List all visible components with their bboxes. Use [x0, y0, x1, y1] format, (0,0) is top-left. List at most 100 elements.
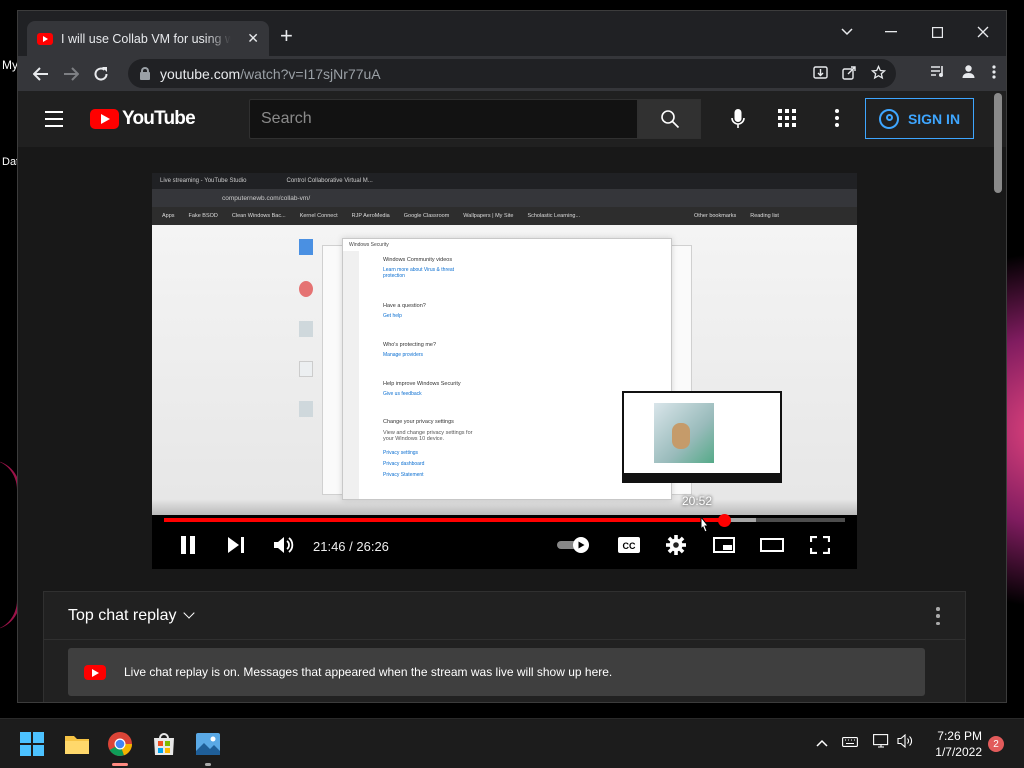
clock-time: 7:26 PM [937, 729, 982, 743]
browser-menu-kebab-icon[interactable] [992, 64, 996, 83]
page-scrollbar-thumb[interactable] [994, 93, 1002, 193]
video-tab-label: Control Collaborative Virtual M... [286, 178, 373, 184]
close-tab-icon[interactable]: ✕ [247, 30, 259, 47]
seek-preview-thumbnail [622, 391, 782, 483]
volume-speaker-icon[interactable] [897, 733, 913, 751]
dialog-link: Privacy Statement [383, 472, 424, 478]
bookmark-star-icon[interactable] [870, 64, 887, 83]
video-content-browser: Live streaming - YouTube Studio Control … [152, 173, 857, 225]
youtube-small-icon [84, 664, 106, 680]
minimize-icon[interactable] [868, 17, 914, 47]
youtube-apps-grid-icon[interactable] [778, 109, 796, 127]
address-bar[interactable]: youtube.com/watch?v=I17sjNr77uA [128, 59, 896, 88]
tab-title: I will use Collab VM for using windows 1… [61, 31, 231, 46]
video-bookmark: Apps [162, 213, 175, 219]
video-bookmark: Other bookmarks [694, 213, 737, 219]
theater-mode-icon[interactable] [760, 533, 784, 557]
video-bookmark: Scholastic Learning... [527, 213, 581, 219]
video-desktop-icon [299, 321, 313, 337]
autoplay-toggle-icon[interactable] [557, 533, 593, 557]
dialog-link: Privacy dashboard [383, 461, 425, 467]
dialog-heading: Who's protecting me? [383, 342, 437, 348]
tab-strip: I will use Collab VM for using windows 1… [18, 11, 1006, 56]
video-desktop-icon [299, 239, 313, 255]
browser-toolbar: youtube.com/watch?v=I17sjNr77uA [18, 56, 1006, 91]
video-player[interactable]: Live streaming - YouTube Studio Control … [152, 173, 857, 569]
account-circle-icon [878, 108, 899, 129]
player-controls: 21:46 / 26:26 CC [152, 525, 857, 565]
forward-arrow-icon[interactable] [56, 59, 86, 89]
window-close-icon[interactable] [960, 17, 1006, 47]
browser-tab-active[interactable]: I will use Collab VM for using windows 1… [27, 21, 269, 56]
start-windows-icon[interactable] [16, 728, 48, 760]
voice-search-mic-icon[interactable] [718, 99, 758, 139]
lock-icon[interactable] [140, 66, 150, 80]
dialog-link: Privacy settings [383, 450, 419, 456]
dialog-title: Windows Security [349, 242, 389, 248]
captions-cc-icon[interactable]: CC [615, 533, 643, 557]
file-explorer-folder-icon[interactable] [61, 728, 93, 760]
reload-icon[interactable] [86, 59, 116, 89]
dialog-heading: Change your privacy settings [383, 419, 454, 425]
sign-in-button[interactable]: SIGN IN [865, 98, 974, 139]
video-tab-label: Live streaming - YouTube Studio [160, 178, 247, 184]
played-bar [164, 518, 725, 522]
photos-app-icon[interactable] [192, 728, 224, 766]
search-input[interactable]: Search [249, 99, 638, 139]
video-desktop-icon [299, 281, 313, 297]
next-video-icon[interactable] [224, 533, 248, 557]
guide-menu-icon[interactable] [45, 111, 63, 132]
pause-icon[interactable] [176, 533, 200, 557]
url-path: /watch?v=I17sjNr77uA [240, 65, 381, 82]
fullscreen-icon[interactable] [808, 533, 832, 557]
youtube-favicon-icon [37, 32, 53, 45]
settings-gear-icon[interactable] [664, 533, 688, 557]
chat-replay-message: Live chat replay is on. Messages that ap… [124, 665, 613, 679]
settings-kebab-icon[interactable] [833, 107, 841, 129]
install-app-icon[interactable] [813, 65, 828, 83]
seek-progress-bar[interactable] [164, 514, 845, 527]
windows-taskbar: 7:26 PM 1/7/2022 2 [0, 718, 1024, 768]
video-bookmark: Wallpapers | My Site [463, 213, 514, 219]
desktop-icon-label[interactable]: My [2, 58, 18, 72]
url-host: youtube.com [160, 65, 241, 82]
chrome-browser-icon[interactable] [104, 728, 136, 766]
maximize-icon[interactable] [914, 17, 960, 47]
search-button[interactable] [638, 99, 701, 139]
youtube-logo[interactable]: YouTube [90, 108, 196, 130]
taskbar-clock[interactable]: 7:26 PM 1/7/2022 [924, 728, 982, 760]
media-control-icon[interactable] [930, 65, 945, 83]
running-app-indicator [205, 763, 211, 766]
dialog-subtext: View and change privacy settings for you… [383, 430, 473, 442]
tab-search-chevron-down-icon[interactable] [824, 17, 870, 47]
miniplayer-icon[interactable] [712, 533, 736, 557]
chevron-down-icon[interactable] [182, 607, 195, 619]
dialog-link: Learn more about Virus & threat protecti… [383, 267, 455, 279]
show-hidden-icons-chevron-up-icon[interactable] [816, 734, 828, 750]
sign-in-label: SIGN IN [907, 110, 961, 127]
youtube-play-logo-icon [90, 109, 119, 129]
video-desktop-icon [299, 401, 313, 417]
active-app-indicator [112, 763, 128, 766]
dialog-link: Manage providers [383, 352, 424, 358]
video-bookmark: Google Classroom [403, 213, 450, 219]
chat-replay-title[interactable]: Top chat replay [68, 607, 177, 625]
keyboard-icon[interactable] [842, 734, 858, 750]
dialog-link: Get help [383, 313, 402, 319]
network-monitor-icon[interactable] [873, 734, 891, 751]
volume-icon[interactable] [272, 533, 296, 557]
back-arrow-icon[interactable] [26, 59, 56, 89]
seek-preview-time: 20:52 [682, 494, 713, 508]
clock-date: 1/7/2022 [935, 745, 982, 759]
dialog-link: Give us feedback [383, 391, 422, 397]
notification-badge[interactable]: 2 [988, 736, 1004, 752]
share-icon[interactable] [842, 65, 857, 83]
youtube-page: YouTube Search SIGN IN Live streaming - … [18, 91, 1006, 702]
new-tab-plus-icon[interactable]: + [280, 25, 293, 47]
mouse-pointer-icon [697, 515, 713, 542]
chat-more-kebab-icon[interactable] [935, 607, 941, 625]
microsoft-store-icon[interactable] [148, 728, 180, 760]
browser-window: I will use Collab VM for using windows 1… [17, 10, 1007, 703]
profile-avatar-icon[interactable] [961, 64, 976, 83]
chat-replay-banner: Live chat replay is on. Messages that ap… [68, 648, 925, 696]
